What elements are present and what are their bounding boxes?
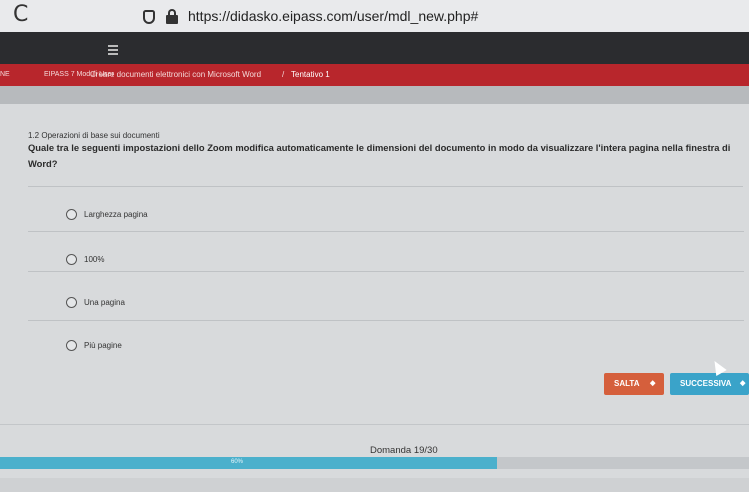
address-bar[interactable]: https://didasko.eipass.com/user/mdl_new.… — [188, 8, 478, 24]
progress-label: 60% — [231, 459, 244, 465]
divider — [0, 424, 749, 425]
answer-option-label[interactable]: Larghezza pagina — [84, 210, 148, 219]
shield-icon[interactable] — [143, 10, 155, 24]
progress-bar: 60% — [0, 457, 749, 469]
breadcrumb: NE EIPASS 7 Moduli User Creare documenti… — [0, 64, 749, 86]
breadcrumb-separator: / — [282, 70, 285, 79]
question-counter: Domanda 19/30 — [370, 445, 438, 456]
lock-icon[interactable] — [166, 9, 178, 25]
radio-button-icon[interactable] — [66, 297, 77, 308]
footer-strip — [0, 478, 749, 492]
breadcrumb-item-attempt: Tentativo 1 — [291, 70, 330, 79]
arrow-right-icon: ◆ — [740, 380, 746, 387]
divider — [28, 320, 744, 321]
quiz-panel: 1.2 Operazioni di base sui documenti Qua… — [0, 104, 749, 492]
browser-toolbar: C https://didasko.eipass.com/user/mdl_ne… — [0, 0, 749, 32]
divider — [28, 271, 744, 272]
question-text: Quale tra le seguenti impostazioni dello… — [28, 142, 731, 169]
section-title: 1.2 Operazioni di base sui documenti — [28, 131, 160, 140]
next-button[interactable]: SUCCESSIVA ◆ — [670, 373, 749, 395]
skip-button[interactable]: SALTA ◆ — [604, 373, 664, 395]
header-spacer — [0, 86, 749, 104]
breadcrumb-item-ne[interactable]: NE — [0, 71, 10, 78]
next-button-label: SUCCESSIVA — [680, 379, 732, 388]
radio-button-icon[interactable] — [66, 209, 77, 220]
radio-button-icon[interactable] — [66, 254, 77, 265]
answer-option-label[interactable]: 100% — [84, 255, 104, 264]
app-header — [0, 32, 749, 64]
reload-icon[interactable]: C — [13, 4, 28, 26]
radio-button-icon[interactable] — [66, 340, 77, 351]
progress-bar-fill: 60% — [0, 457, 497, 469]
answer-option-label[interactable]: Una pagina — [84, 298, 125, 307]
skip-button-label: SALTA — [614, 379, 640, 388]
arrow-right-icon: ◆ — [650, 380, 656, 387]
divider — [28, 231, 744, 232]
answer-option-label[interactable]: Più pagine — [84, 341, 122, 350]
hamburger-menu-icon[interactable] — [108, 45, 118, 55]
breadcrumb-item-word-course[interactable]: Creare documenti elettronici con Microso… — [90, 70, 261, 79]
divider — [28, 186, 743, 187]
